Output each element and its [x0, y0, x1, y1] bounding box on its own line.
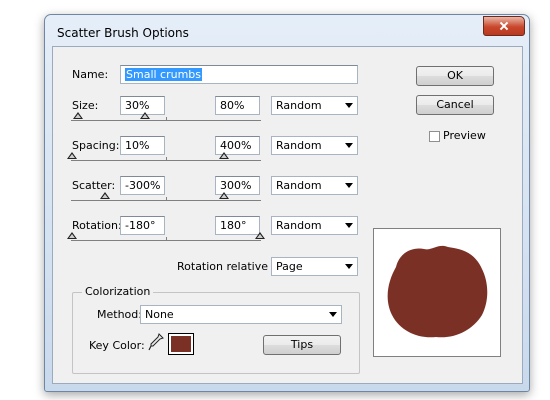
tips-button[interactable]: Tips [263, 335, 341, 355]
size-min-thumb[interactable] [73, 112, 83, 119]
scatter-min-thumb[interactable] [100, 192, 110, 199]
spacing-variation-select[interactable]: Random [271, 136, 358, 155]
spacing-slider-center-tick [166, 157, 167, 161]
scatter-variation-select[interactable]: Random [271, 176, 358, 195]
method-select[interactable]: None [140, 305, 342, 324]
spacing-variation-value: Random [276, 139, 322, 152]
rotation-min-input[interactable]: -180° [120, 216, 165, 235]
rotation-max-thumb[interactable] [255, 232, 265, 239]
eyedropper-icon[interactable] [148, 333, 164, 351]
scatter-max-thumb[interactable] [219, 192, 229, 199]
scatter-slider-center-tick [166, 197, 167, 201]
key-color-swatch[interactable] [168, 333, 194, 355]
chevron-down-icon [345, 103, 353, 108]
method-value: None [145, 308, 174, 321]
cancel-button[interactable]: Cancel [416, 95, 494, 115]
rotation-relative-select[interactable]: Page [271, 257, 358, 276]
name-input[interactable]: Small crumbs [120, 65, 358, 84]
rotation-min-thumb[interactable] [67, 232, 77, 239]
chevron-down-icon [345, 223, 353, 228]
brush-preview-shape [387, 245, 488, 338]
rotation-relative-label: Rotation relative to: [177, 260, 287, 273]
rotation-max-input[interactable]: 180° [215, 216, 260, 235]
rotation-variation-value: Random [276, 219, 322, 232]
rotation-relative-value: Page [276, 260, 303, 273]
chevron-down-icon [329, 312, 337, 317]
brush-preview-box [373, 228, 501, 357]
preview-checkbox[interactable] [429, 131, 440, 142]
spacing-max-thumb[interactable] [219, 152, 229, 159]
rotation-slider-center-tick [166, 237, 167, 241]
size-max-thumb[interactable] [140, 112, 150, 119]
ok-button[interactable]: OK [416, 66, 494, 86]
size-variation-value: Random [276, 99, 322, 112]
size-variation-select[interactable]: Random [271, 96, 358, 115]
chevron-down-icon [345, 143, 353, 148]
size-max-input[interactable]: 80% [215, 96, 260, 115]
colorization-title: Colorization [82, 285, 154, 298]
key-color-label: Key Color: [89, 339, 145, 352]
dialog-body: Name: Small crumbs Size: 30% 80% Random … [52, 46, 523, 384]
key-color-fill [171, 336, 191, 352]
method-label: Method: [97, 308, 142, 321]
name-input-value: Small crumbs [125, 68, 203, 81]
size-label: Size: [72, 99, 99, 112]
scatter-min-input[interactable]: -300% [120, 176, 165, 195]
scatter-variation-value: Random [276, 179, 322, 192]
spacing-label: Spacing: [72, 139, 120, 152]
scatter-label: Scatter: [72, 179, 116, 192]
size-slider-center-tick [166, 117, 167, 121]
name-label: Name: [72, 68, 109, 81]
chevron-down-icon [345, 183, 353, 188]
preview-label: Preview [443, 129, 486, 142]
dialog-window: Scatter Brush Options Name: Small crumbs… [44, 14, 530, 392]
rotation-variation-select[interactable]: Random [271, 216, 358, 235]
chevron-down-icon [345, 264, 353, 269]
spacing-min-input[interactable]: 10% [120, 136, 165, 155]
window-title: Scatter Brush Options [57, 26, 189, 40]
rotation-label: Rotation: [72, 219, 122, 232]
close-icon[interactable] [483, 16, 525, 36]
spacing-min-thumb[interactable] [67, 152, 77, 159]
